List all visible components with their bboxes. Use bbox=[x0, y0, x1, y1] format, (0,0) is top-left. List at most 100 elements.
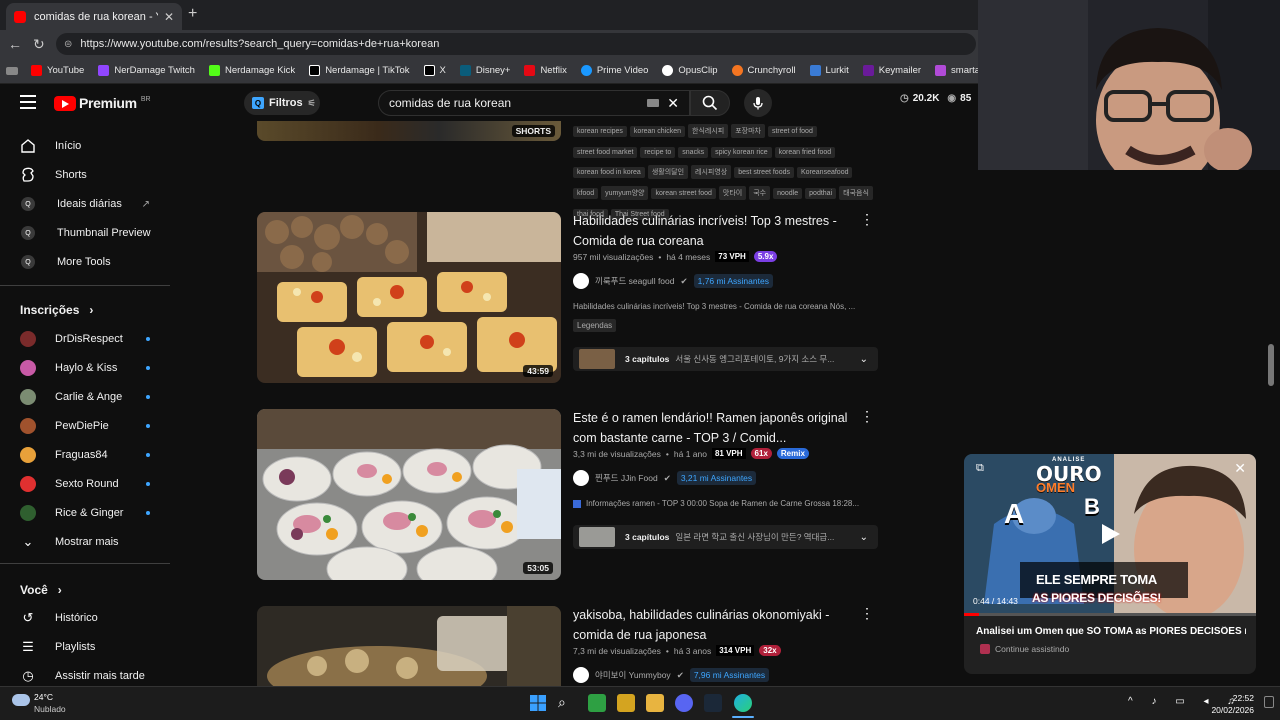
sidebar-item-playlists[interactable]: ☰ Playlists bbox=[20, 639, 160, 655]
subscription-item[interactable]: PewDiePie bbox=[20, 418, 160, 434]
edge-browser-icon[interactable] bbox=[734, 694, 752, 712]
sidebar-item-more-tools[interactable]: Q More Tools bbox=[20, 254, 160, 270]
subscription-item[interactable]: DrDisRespect bbox=[20, 331, 160, 347]
subscription-item[interactable]: Carlie & Ange bbox=[20, 389, 160, 405]
weather-temp[interactable]: 24°C bbox=[34, 692, 53, 702]
tag-item[interactable]: korean food in korea bbox=[573, 167, 645, 178]
sidebar-item-inicio[interactable]: Início bbox=[20, 138, 160, 154]
search-icon[interactable]: ⌕ bbox=[558, 694, 576, 712]
filters-button[interactable]: Q Filtros ⚟ bbox=[244, 91, 320, 115]
tag-item[interactable]: 포장마차 bbox=[731, 124, 765, 138]
bookmark-item[interactable]: Nerdamage Kick bbox=[208, 65, 295, 76]
youtube-logo[interactable]: Premium BR bbox=[54, 95, 151, 111]
tag-item[interactable]: street food market bbox=[573, 147, 638, 158]
channel-info[interactable]: 끼룩푸드 seagull food ✔ 1,76 mi Assinantes bbox=[573, 273, 773, 289]
scrollbar-thumb[interactable] bbox=[1268, 344, 1274, 386]
bookmark-item[interactable]: smarta bbox=[935, 65, 980, 76]
bookmark-item[interactable]: Disney+ bbox=[459, 65, 510, 76]
tag-item[interactable]: kfood bbox=[573, 188, 599, 199]
bookmark-item[interactable]: NerDamage Twitch bbox=[98, 65, 195, 76]
more-options-icon[interactable]: ⋮ bbox=[860, 211, 874, 228]
bookmark-item[interactable]: OpusClip bbox=[662, 65, 718, 76]
tag-item[interactable]: podthai bbox=[805, 188, 837, 199]
bookmark-item[interactable]: Lurkit bbox=[809, 65, 849, 76]
mini-player-title[interactable]: Analisei um Omen que SÓ TOMA as PIORES D… bbox=[976, 626, 1246, 637]
bookmark-item[interactable]: Netflix bbox=[524, 65, 567, 76]
url-field[interactable]: ⊜ https://www.youtube.com/results?search… bbox=[56, 33, 976, 55]
tag-item[interactable]: korean chicken bbox=[629, 126, 686, 137]
mini-player[interactable]: ⧉ ✕ ANALISE OURO OMEN A B ELE SEMPRE TOM… bbox=[964, 454, 1256, 674]
tag-item[interactable]: 국수 bbox=[749, 186, 771, 200]
subscriptions-header[interactable]: Inscrições › bbox=[20, 303, 93, 317]
search-button[interactable] bbox=[690, 90, 730, 116]
tag-item[interactable]: snacks bbox=[678, 147, 709, 158]
app-icon[interactable] bbox=[617, 694, 635, 712]
sidebar-item-historico[interactable]: ↺ Histórico bbox=[20, 610, 160, 626]
video-title[interactable]: yakisoba, habilidades culinárias okonomi… bbox=[573, 605, 853, 645]
tag-item[interactable]: 태국음식 bbox=[839, 186, 873, 200]
tag-item[interactable]: 한식레시피 bbox=[688, 124, 729, 138]
video-thumbnail[interactable]: SHORTS bbox=[257, 121, 561, 141]
file-explorer-icon[interactable] bbox=[646, 694, 664, 712]
sidebar-item-assistir-mais-tarde[interactable]: ◷ Assistir mais tarde bbox=[20, 668, 160, 684]
weather-text[interactable]: Nublado bbox=[34, 704, 66, 714]
voice-search-button[interactable] bbox=[744, 89, 772, 117]
bookmark-item[interactable]: X bbox=[423, 65, 446, 76]
progress-bar[interactable] bbox=[964, 613, 1256, 616]
windows-start-icon[interactable] bbox=[529, 694, 547, 712]
tag-item[interactable]: recipe to bbox=[640, 147, 676, 158]
video-title[interactable]: Este é o ramen lendário!! Ramen japonês … bbox=[573, 408, 853, 448]
notification-icon[interactable] bbox=[1264, 696, 1274, 708]
sidebar-item-ideias-diarias[interactable]: Q Ideais diárias ↗ bbox=[20, 196, 160, 212]
tag-item[interactable]: spicy korean rice bbox=[711, 147, 772, 158]
subscription-item[interactable]: Fraguas84 bbox=[20, 447, 160, 463]
bookmark-item[interactable]: Crunchyroll bbox=[731, 65, 796, 76]
discord-icon[interactable] bbox=[675, 694, 693, 712]
tag-item[interactable]: noodle bbox=[773, 188, 803, 199]
show-more-button[interactable]: ⌄ Mostrar mais bbox=[20, 534, 160, 550]
channel-info[interactable]: 찐푸드 JJin Food ✔ 3,21 mi Assinantes bbox=[573, 470, 757, 486]
channel-info[interactable]: 야미보이 Yummyboy ✔ 7,96 mi Assinantes bbox=[573, 667, 770, 683]
tag-item[interactable]: 생활의달인 bbox=[647, 165, 689, 179]
you-header[interactable]: Você › bbox=[20, 583, 62, 597]
clock-time[interactable]: 22:52 bbox=[1222, 693, 1254, 703]
tag-item[interactable]: street of food bbox=[767, 126, 817, 137]
tag-item[interactable]: Koreanseafood bbox=[797, 167, 853, 178]
subscription-item[interactable]: Rice & Ginger bbox=[20, 505, 160, 521]
tag-item[interactable]: korean fried food bbox=[774, 147, 836, 158]
bookmark-item[interactable]: Prime Video bbox=[580, 65, 648, 76]
tag-item[interactable]: korean street food bbox=[651, 188, 716, 199]
more-options-icon[interactable]: ⋮ bbox=[860, 605, 874, 622]
play-icon[interactable] bbox=[1098, 522, 1122, 546]
tag-item[interactable]: 레시피영상 bbox=[691, 165, 732, 179]
clock-date[interactable]: 20/02/2026 bbox=[1208, 705, 1254, 715]
subscription-item[interactable]: Sexto Round bbox=[20, 476, 160, 492]
expand-icon[interactable]: ⧉ bbox=[976, 462, 984, 475]
tag-item[interactable]: best street foods bbox=[734, 167, 794, 178]
bookmark-item[interactable]: YouTube bbox=[31, 65, 84, 76]
subscription-item[interactable]: Haylo & Kiss bbox=[20, 360, 160, 376]
new-tab-icon[interactable]: + bbox=[188, 5, 197, 23]
steam-icon[interactable] bbox=[704, 694, 722, 712]
video-thumbnail[interactable]: 43:59 bbox=[257, 212, 561, 383]
tag-item[interactable]: 맛타이 bbox=[718, 186, 747, 200]
reload-icon[interactable]: ↻ bbox=[33, 36, 45, 53]
clear-search-icon[interactable]: ✕ bbox=[667, 95, 679, 112]
tag-item[interactable]: korean recipes bbox=[573, 126, 627, 137]
search-input[interactable]: comidas de rua korean ✕ bbox=[378, 90, 690, 116]
bookmark-item[interactable]: Nerdamage | TikTok bbox=[309, 65, 410, 76]
more-options-icon[interactable]: ⋮ bbox=[860, 408, 874, 425]
chapters-row[interactable]: 3 capítulos 서울 신사동 엥그리포테이토, 9가지 소스 무... … bbox=[573, 347, 878, 371]
close-tab-icon[interactable]: ✕ bbox=[164, 10, 174, 24]
keyboard-icon[interactable] bbox=[647, 99, 660, 107]
menu-icon[interactable] bbox=[20, 95, 36, 109]
browser-tab[interactable]: comidas de rua korean - YouTube ✕ bbox=[6, 3, 182, 30]
chapters-row[interactable]: 3 capítulos 일본 라면 학교 출신 사장님이 만든? 역대급... … bbox=[573, 525, 878, 549]
sidebar-item-thumbnail-preview[interactable]: Q Thumbnail Preview bbox=[20, 225, 160, 241]
video-thumbnail[interactable]: 53:05 bbox=[257, 409, 561, 580]
close-icon[interactable]: ✕ bbox=[1234, 460, 1246, 477]
app-icon[interactable] bbox=[588, 694, 606, 712]
video-title[interactable]: Habilidades culinárias incríveis! Top 3 … bbox=[573, 211, 853, 251]
site-info-icon[interactable]: ⊜ bbox=[64, 39, 72, 50]
bookmark-item[interactable]: Keymailer bbox=[862, 65, 921, 76]
